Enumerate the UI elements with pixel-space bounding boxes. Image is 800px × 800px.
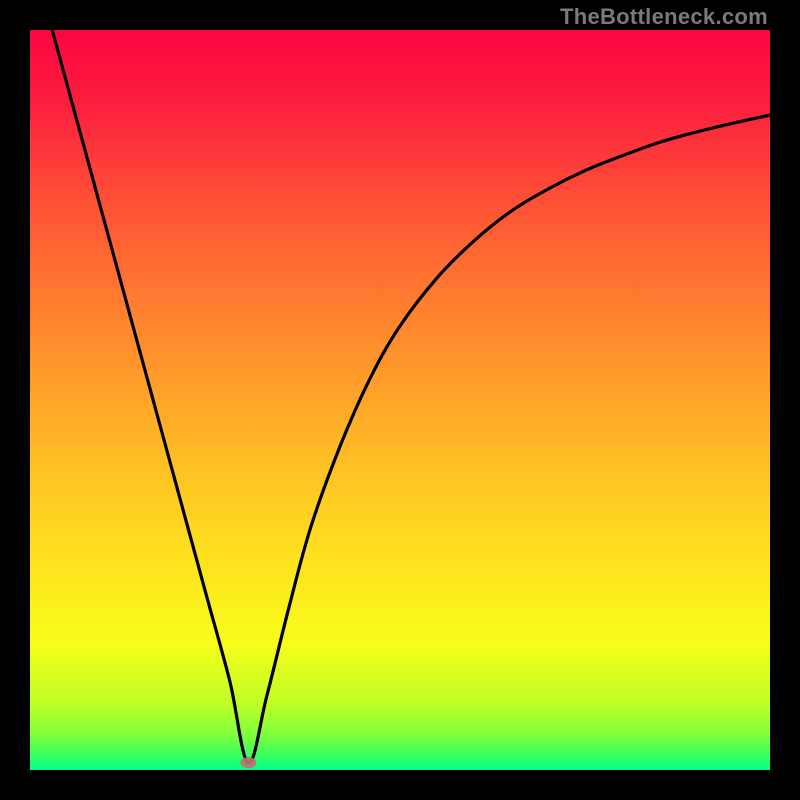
curve-layer — [30, 30, 770, 770]
bottleneck-curve — [52, 30, 770, 763]
optimal-point-marker — [240, 757, 256, 768]
chart-frame: TheBottleneck.com — [0, 0, 800, 800]
attribution-label: TheBottleneck.com — [560, 4, 768, 30]
plot-area — [30, 30, 770, 770]
